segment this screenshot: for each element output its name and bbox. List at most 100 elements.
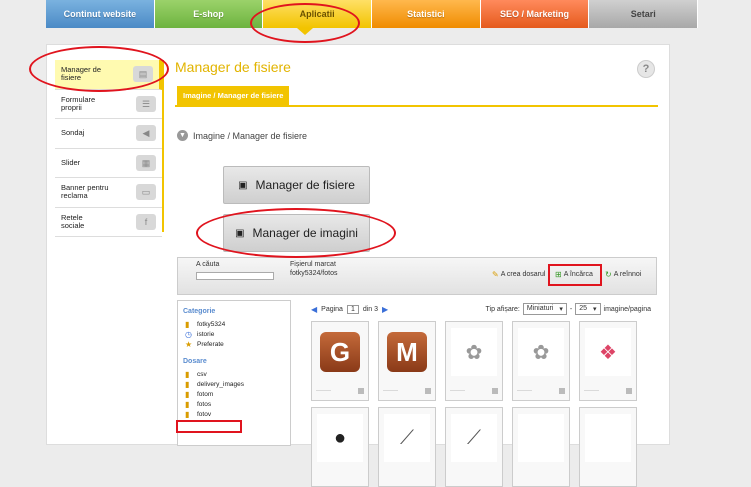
tab-imagine-manager[interactable]: Imagine / Manager de fisiere	[177, 86, 290, 106]
tab-statistici[interactable]: Statistici	[372, 0, 481, 28]
per-page-value: 25	[579, 305, 587, 312]
thumbnail-menu-icon[interactable]	[425, 388, 431, 394]
thumbnail-image: ❖	[582, 324, 634, 380]
annotation-box-fotos	[176, 420, 242, 433]
folder-item[interactable]: ▮ delivery_images	[178, 379, 290, 389]
sidebar-item-retele-sociale[interactable]: Retele sociale f	[55, 208, 162, 237]
refresh-button[interactable]: ↻ A reînnoi	[605, 270, 641, 279]
colorful-objects-image: ❖	[585, 328, 631, 376]
folder-item[interactable]: ▮ fotov	[178, 409, 290, 419]
annotation-circle-images-button	[196, 208, 396, 258]
thumbnail[interactable]: ✿ ———	[445, 321, 503, 401]
page-of-label: din 3	[362, 306, 379, 313]
thumbnail[interactable]: ✿ ———	[512, 321, 570, 401]
sidebar-item-sondaj[interactable]: Sondaj ◀	[55, 119, 162, 149]
per-page-select[interactable]: 25 ▾	[575, 303, 601, 315]
view-options: Tip afișare: Miniaturi ▾ - 25 ▾ imagine/pa…	[486, 303, 651, 315]
folders-heading: Dosare	[183, 358, 207, 365]
folder-icon: ▮	[185, 409, 190, 419]
new-folder-icon: ✎	[492, 270, 499, 279]
social-icon: f	[136, 213, 156, 230]
prev-page-icon[interactable]: ◀	[311, 305, 317, 314]
sidebar-divider	[162, 60, 164, 232]
thumbnail[interactable]: ⟋	[445, 407, 503, 487]
thumbnail[interactable]	[579, 407, 637, 487]
thumbnail-image	[582, 410, 634, 466]
thumbnail[interactable]	[512, 407, 570, 487]
page-label: Pagina	[321, 306, 343, 313]
clock-icon: ◷	[185, 329, 192, 339]
pagination: ◀ Pagina 1 din 3 ▶	[311, 305, 388, 314]
thumbnail-image: ✿	[448, 324, 500, 380]
breadcrumb: ▼ Imagine / Manager de fisiere	[177, 130, 307, 141]
folder-icon: ▮	[185, 379, 190, 389]
sidebar-item-label: Formulare proprii	[61, 94, 96, 112]
thumbnail-image	[515, 410, 567, 466]
folder-icon: ▮	[185, 389, 190, 399]
create-folder-button[interactable]: ✎ A crea dosarul	[492, 270, 545, 279]
folder-item-selected[interactable]: ▮ fotos	[178, 399, 290, 409]
top-navigation: Continut website E-shop Aplicatii Statis…	[46, 0, 699, 28]
category-item[interactable]: ▮ fotky5324	[178, 319, 290, 329]
category-label: Preferate	[197, 340, 224, 348]
marked-file-path: fotky5324/fotos	[290, 270, 338, 277]
category-label: fotky5324	[197, 320, 226, 328]
dark-object-image: ●	[317, 414, 363, 462]
form-icon: ☰	[136, 95, 156, 112]
sketch-image: ✿	[518, 328, 564, 376]
thumbnail-image: G	[314, 324, 366, 380]
grid-header: ◀ Pagina 1 din 3 ▶ Tip afișare: Miniatur…	[311, 303, 651, 317]
thumbnail[interactable]: M ———	[378, 321, 436, 401]
thumbnail-image: ⟋	[381, 410, 433, 466]
chevron-down-icon[interactable]: ▼	[177, 130, 188, 141]
thumbnail[interactable]: ❖ ———	[579, 321, 637, 401]
thumbnail-image: M	[381, 324, 433, 380]
page-input[interactable]: 1	[346, 305, 359, 314]
marked-file-label: Fișierul marcat	[290, 261, 336, 268]
per-page-label: imagine/pagina	[603, 305, 651, 313]
sidebar-item-label: Banner pentru reclama	[61, 183, 109, 201]
thumbnail-image: ●	[314, 410, 366, 466]
search-input[interactable]	[196, 272, 274, 280]
tab-eshop[interactable]: E-shop	[154, 0, 264, 28]
thumbnail-caption: ———	[517, 388, 532, 394]
manager-fisiere-button[interactable]: ▣ Manager de fisiere	[223, 166, 370, 204]
sidebar-item-slider[interactable]: Slider ▦	[55, 149, 162, 178]
files-icon: ▣	[238, 179, 248, 191]
category-item[interactable]: ◷ istorie	[178, 329, 290, 339]
sidebar-item-banner[interactable]: Banner pentru reclama ▭	[55, 178, 162, 208]
folder-icon: ▮	[185, 369, 190, 379]
view-type-value: Miniaturi	[526, 305, 554, 312]
view-type-select[interactable]: Miniaturi ▾	[522, 303, 567, 315]
thumbnail-caption: ———	[383, 388, 398, 394]
megaphone-icon: ◀	[136, 125, 156, 142]
annotation-box-upload	[548, 264, 602, 286]
thumbnail-blank	[518, 414, 564, 462]
next-page-icon[interactable]: ▶	[382, 305, 388, 314]
categories-heading: Categorie	[183, 308, 216, 315]
folder-item[interactable]: ▮ csv	[178, 369, 290, 379]
folder-label: delivery_images	[197, 380, 244, 388]
folder-label: fotos	[197, 400, 212, 408]
thumbnail-caption: ———	[584, 388, 599, 394]
thumbnail[interactable]: G ———	[311, 321, 369, 401]
thumbnail-menu-icon[interactable]	[492, 388, 498, 394]
create-folder-label: A crea dosarul	[500, 271, 546, 278]
thumbnail-menu-icon[interactable]	[626, 388, 632, 394]
help-icon[interactable]: ?	[637, 60, 655, 78]
annotation-circle-sidebar	[29, 46, 169, 92]
category-item[interactable]: ★ Preferate	[178, 339, 290, 349]
tab-seo-marketing[interactable]: SEO / Marketing	[480, 0, 590, 28]
page-title: Manager de fisiere	[175, 59, 291, 75]
refresh-icon: ↻	[605, 270, 612, 279]
breadcrumb-label: Imagine / Manager de fisiere	[193, 130, 308, 141]
folder-item[interactable]: ▮ fotom	[178, 389, 290, 399]
sidebar-item-formulare[interactable]: Formulare proprii ☰	[55, 90, 162, 119]
thumbnail-menu-icon[interactable]	[559, 388, 565, 394]
thumbnail-menu-icon[interactable]	[358, 388, 364, 394]
thumbnail[interactable]: ⟋	[378, 407, 436, 487]
folder-icon: ▮	[185, 319, 190, 329]
tab-setari[interactable]: Setari	[589, 0, 699, 28]
thumbnail[interactable]: ●	[311, 407, 369, 487]
tab-continut-website[interactable]: Continut website	[46, 0, 155, 28]
